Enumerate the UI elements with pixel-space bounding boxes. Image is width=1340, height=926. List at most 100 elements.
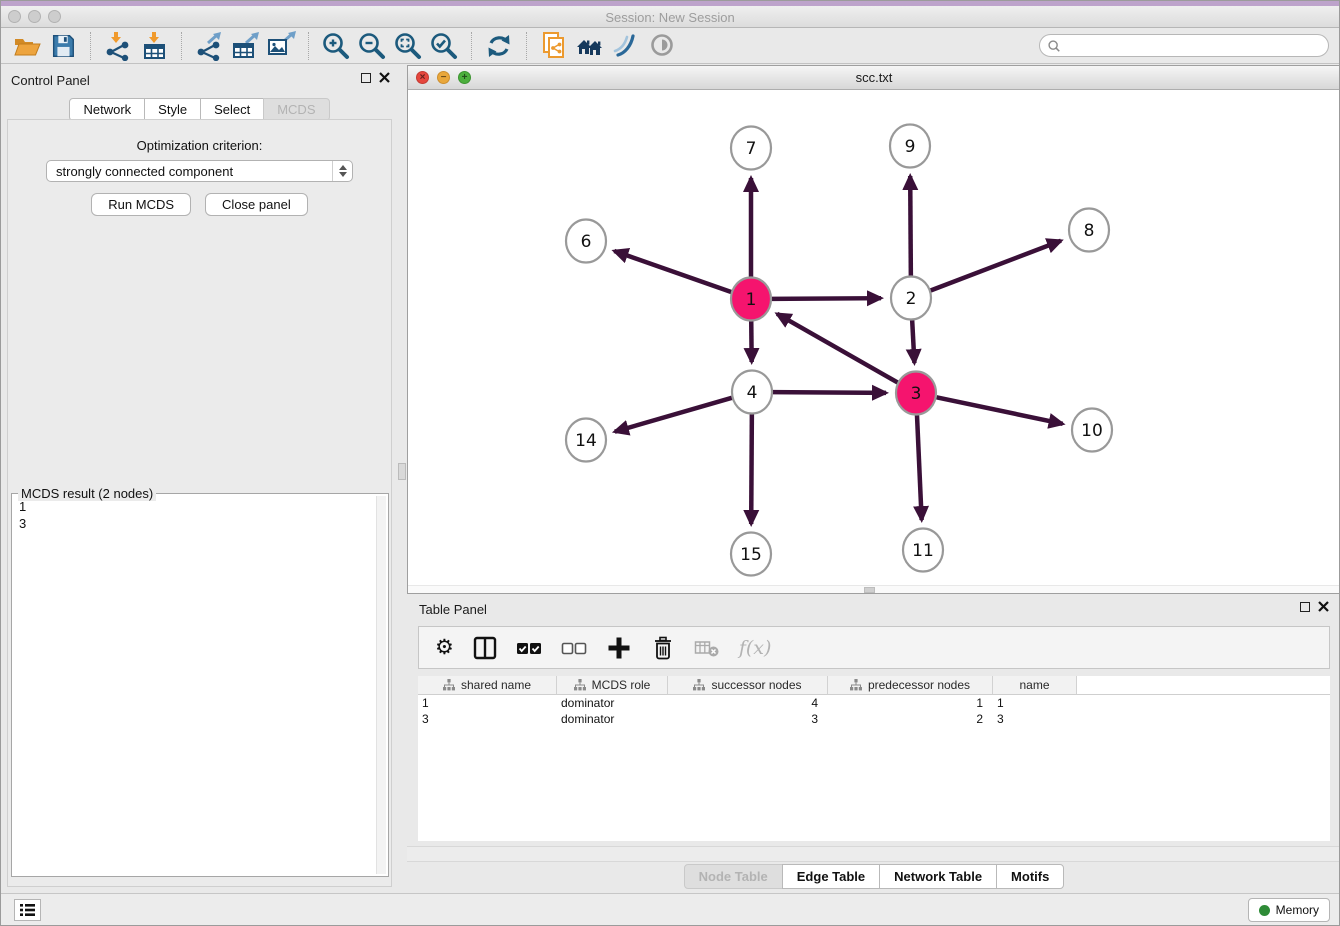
graph-node-10[interactable]: 10 — [1072, 409, 1112, 452]
graph-edge-4-15[interactable] — [751, 413, 752, 524]
svg-text:7: 7 — [746, 139, 757, 159]
tab-node-table[interactable]: Node Table — [684, 864, 783, 889]
run-mcds-button[interactable]: Run MCDS — [91, 193, 191, 216]
open-file-icon[interactable] — [9, 29, 45, 63]
import-table-icon[interactable] — [136, 29, 172, 63]
graph-edge-2-8[interactable] — [931, 241, 1061, 291]
graph-edge-2-9[interactable] — [910, 176, 911, 277]
toolbar-separator — [181, 32, 182, 60]
graph-edge-3-11[interactable] — [917, 414, 922, 520]
table-cell[interactable]: 3 — [418, 711, 557, 727]
tab-motifs[interactable]: Motifs — [996, 864, 1064, 889]
tab-select[interactable]: Select — [200, 98, 264, 121]
delete-table-icon — [694, 633, 720, 663]
first-neighbors-icon[interactable] — [572, 29, 608, 63]
graph-node-8[interactable]: 8 — [1069, 209, 1109, 252]
save-session-icon[interactable] — [45, 29, 81, 63]
network-hscrollbar[interactable] — [408, 585, 1340, 593]
graph-node-14[interactable]: 14 — [566, 419, 606, 462]
table-panel-title: Table Panel — [419, 602, 487, 617]
duplicate-network-icon[interactable] — [536, 29, 572, 63]
graph-edge-3-10[interactable] — [937, 397, 1063, 424]
network-graph[interactable]: 7 9 6 8 1 2 4 3 14 10 15 11 — [408, 90, 1340, 593]
splitter-handle[interactable] — [398, 463, 406, 480]
graph-node-4[interactable]: 4 — [732, 371, 772, 414]
export-table-icon[interactable] — [227, 29, 263, 63]
search-field[interactable] — [1039, 34, 1329, 57]
zoom-fit-icon[interactable] — [390, 29, 426, 63]
graph-edge-4-14[interactable] — [615, 398, 732, 432]
zoom-selected-icon[interactable] — [426, 29, 462, 63]
column-header-successor-nodes[interactable]: successor nodes — [668, 676, 828, 695]
import-network-icon[interactable] — [100, 29, 136, 63]
graph-edge-4-3[interactable] — [773, 392, 886, 393]
graph-node-3[interactable]: 3 — [896, 372, 936, 415]
graph-edge-1-2[interactable] — [772, 298, 881, 299]
column-header-MCDS-role[interactable]: MCDS role — [557, 676, 668, 695]
close-panel-button[interactable]: Close panel — [205, 193, 308, 216]
show-columns-icon[interactable] — [473, 633, 497, 663]
table-hscrollbar[interactable] — [407, 846, 1340, 862]
table-settings-icon[interactable]: ⚙ — [435, 633, 454, 663]
refresh-icon[interactable] — [481, 29, 517, 63]
delete-column-icon[interactable] — [651, 633, 675, 663]
table-row[interactable]: 3dominator323 — [418, 711, 1330, 727]
tab-mcds[interactable]: MCDS — [263, 98, 329, 121]
table-body: 1dominator4113dominator323 — [418, 695, 1330, 727]
table-row[interactable]: 1dominator411 — [418, 695, 1330, 711]
create-column-icon[interactable] — [606, 633, 632, 663]
close-table-panel-icon[interactable] — [1318, 601, 1329, 612]
graph-node-9[interactable]: 9 — [890, 125, 930, 168]
result-scrollbar[interactable] — [376, 496, 386, 874]
search-input[interactable] — [1066, 39, 1328, 53]
table-cell[interactable]: 1 — [418, 695, 557, 711]
zoom-out-icon[interactable] — [354, 29, 390, 63]
graph-edge-1-6[interactable] — [614, 251, 731, 292]
graph-node-2[interactable]: 2 — [891, 277, 931, 320]
mcds-result-text[interactable]: 1 3 — [14, 498, 375, 874]
table-cell[interactable]: dominator — [557, 711, 668, 727]
graph-edge-3-1[interactable] — [777, 314, 898, 383]
zoom-in-icon[interactable] — [318, 29, 354, 63]
table-cell[interactable]: 1 — [828, 695, 993, 711]
tab-edge-table[interactable]: Edge Table — [782, 864, 880, 889]
network-window-titlebar[interactable]: × − + scc.txt — [408, 66, 1340, 90]
export-image-icon[interactable] — [263, 29, 299, 63]
table-cell[interactable]: 3 — [668, 711, 828, 727]
optimization-criterion-select[interactable]: strongly connected component — [46, 160, 353, 182]
float-table-panel-icon[interactable] — [1300, 602, 1310, 612]
select-all-columns-icon[interactable] — [516, 633, 542, 663]
svg-text:14: 14 — [575, 431, 597, 451]
column-type-icon — [693, 679, 705, 691]
memory-button[interactable]: Memory — [1248, 898, 1330, 922]
unselect-all-columns-icon[interactable] — [561, 633, 587, 663]
close-panel-icon[interactable] — [379, 72, 390, 83]
graph-node-6[interactable]: 6 — [566, 220, 606, 263]
graph-node-15[interactable]: 15 — [731, 533, 771, 576]
table-header-row: shared name MCDS role successor nodesprede… — [418, 676, 1330, 695]
task-history-button[interactable] — [14, 899, 41, 921]
float-panel-icon[interactable] — [361, 73, 371, 83]
table-cell[interactable]: 1 — [993, 695, 1077, 711]
table-cell[interactable]: 2 — [828, 711, 993, 727]
graph-edge-2-3[interactable] — [912, 319, 914, 363]
column-header-predecessor-nodes[interactable]: predecessor nodes — [828, 676, 993, 695]
tab-network-table[interactable]: Network Table — [879, 864, 997, 889]
column-header-label: MCDS role — [592, 678, 651, 692]
graph-node-7[interactable]: 7 — [731, 127, 771, 170]
network-canvas[interactable]: 7 9 6 8 1 2 4 3 14 10 15 11 — [408, 90, 1340, 593]
column-header-shared-name[interactable]: shared name — [418, 676, 557, 695]
optimization-criterion-label: Optimization criterion: — [1, 138, 398, 153]
table-cell[interactable]: dominator — [557, 695, 668, 711]
table-cell[interactable]: 4 — [668, 695, 828, 711]
bird-eye-view-icon[interactable] — [644, 29, 680, 63]
column-header-name[interactable]: name — [993, 676, 1077, 695]
table-cell[interactable]: 3 — [993, 711, 1077, 727]
graph-node-11[interactable]: 11 — [903, 529, 943, 572]
network-hscroll-thumb[interactable] — [864, 587, 875, 593]
hide-details-icon[interactable] — [608, 29, 644, 63]
graph-node-1[interactable]: 1 — [731, 278, 771, 321]
tab-style[interactable]: Style — [144, 98, 201, 121]
export-network-icon[interactable] — [191, 29, 227, 63]
tab-network[interactable]: Network — [69, 98, 145, 121]
